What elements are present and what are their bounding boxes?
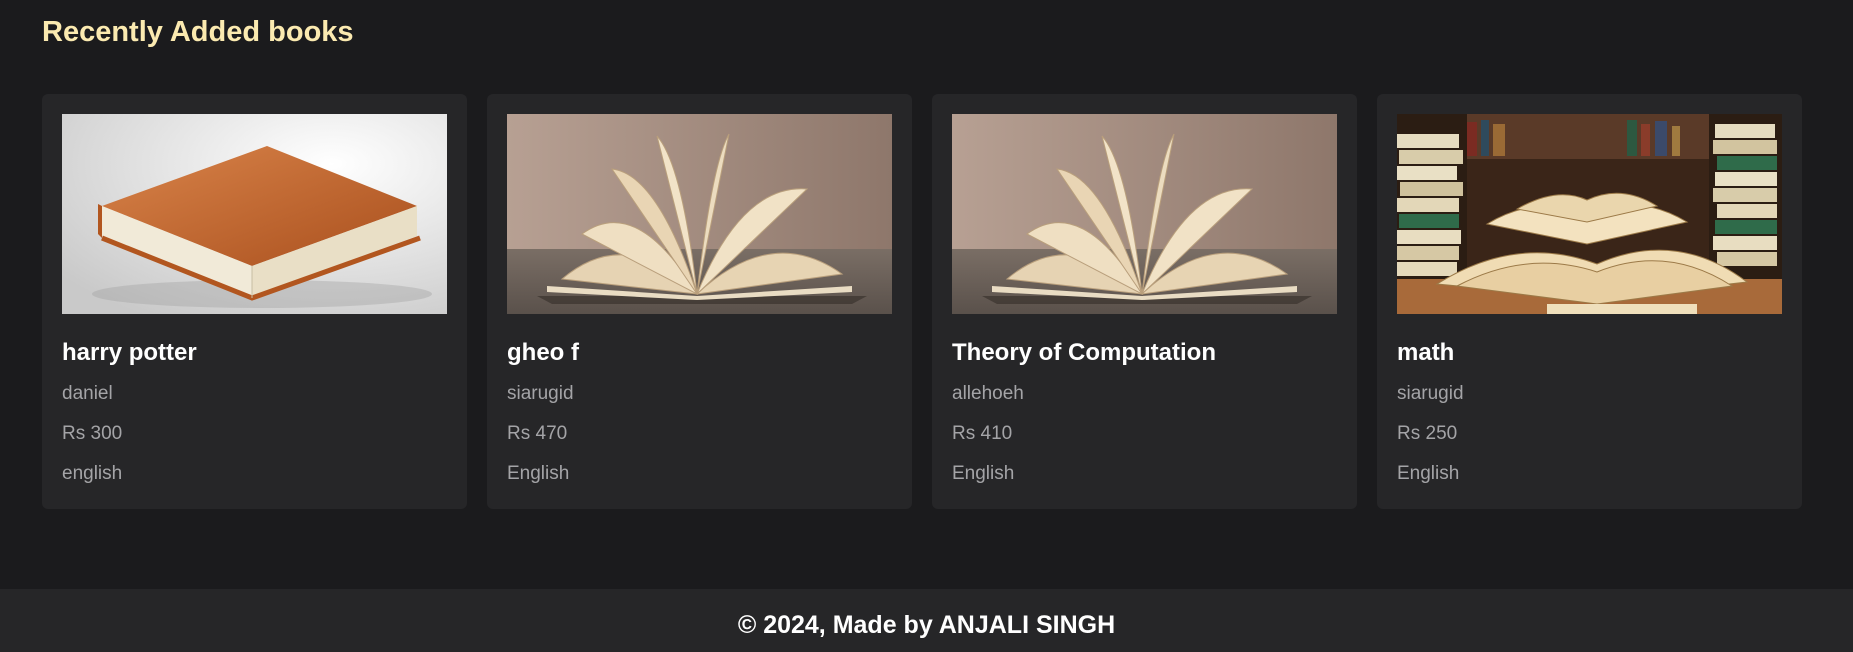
- book-title: gheo f: [507, 339, 579, 366]
- book-card[interactable]: gheo f siarugid Rs 470 English: [487, 94, 912, 509]
- book-author: siarugid: [507, 383, 574, 404]
- book-price: Rs 300: [62, 423, 123, 444]
- book-card[interactable]: harry potter daniel Rs 300 english: [42, 94, 467, 509]
- open-book-image[interactable]: [952, 114, 1337, 314]
- book-title: Theory of Computation: [952, 339, 1216, 366]
- section-title: Recently Added books: [42, 16, 354, 48]
- book-language: English: [1397, 463, 1460, 484]
- book-price: Rs 250: [1397, 423, 1458, 444]
- book-grid: harry potter daniel Rs 300 english gheo …: [42, 94, 1802, 509]
- book-title: harry potter: [62, 339, 197, 366]
- open-book-image[interactable]: [507, 114, 892, 314]
- closed-book-icon: [62, 114, 447, 314]
- book-author: siarugid: [1397, 383, 1464, 404]
- closed-book-image[interactable]: [62, 114, 447, 314]
- book-card[interactable]: Theory of Computation allehoeh Rs 410 En…: [932, 94, 1357, 509]
- book-language: English: [507, 463, 570, 484]
- book-language: english: [62, 463, 123, 484]
- book-price: Rs 410: [952, 423, 1013, 444]
- book-title: math: [1397, 339, 1455, 366]
- footer: © 2024, Made by ANJALI SINGH: [0, 589, 1853, 652]
- book-author: allehoeh: [952, 383, 1024, 404]
- open-book-icon: [507, 114, 892, 314]
- library-books-icon: [1397, 114, 1782, 314]
- book-price: Rs 470: [507, 423, 568, 444]
- book-author: daniel: [62, 383, 113, 404]
- book-card[interactable]: math siarugid Rs 250 English: [1377, 94, 1802, 509]
- library-books-image[interactable]: [1397, 114, 1782, 314]
- footer-credit: © 2024, Made by ANJALI SINGH: [737, 611, 1116, 639]
- book-language: English: [952, 463, 1015, 484]
- open-book-icon: [952, 114, 1337, 314]
